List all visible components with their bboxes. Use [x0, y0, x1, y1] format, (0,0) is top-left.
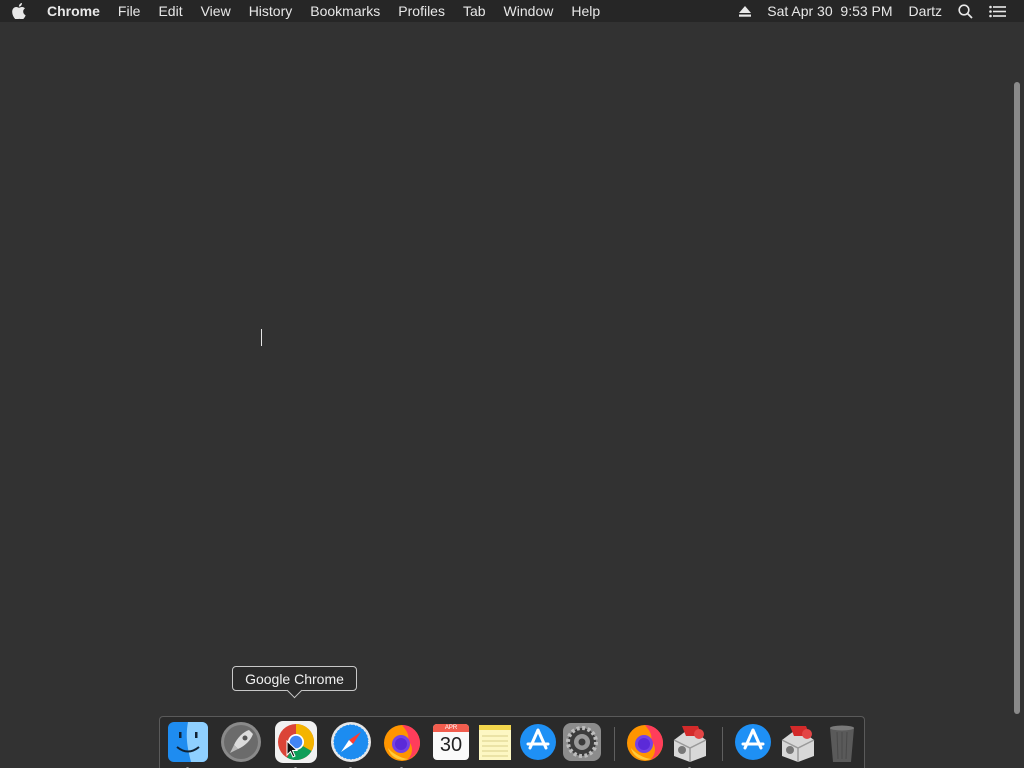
menu-file[interactable]: File: [109, 0, 150, 22]
vertical-scrollbar[interactable]: [1011, 78, 1024, 714]
system-preferences-gear-icon: [563, 723, 601, 761]
menu-window[interactable]: Window: [495, 0, 563, 22]
dock-system-preferences[interactable]: [560, 720, 604, 764]
desktop-screen: Chrome File Edit View History Bookmarks …: [0, 0, 1024, 768]
menu-app-name[interactable]: Chrome: [38, 0, 109, 22]
installer-icon: [781, 726, 815, 762]
dock-finder[interactable]: [166, 720, 210, 768]
dock-trash[interactable]: [820, 720, 864, 764]
dock-app-store[interactable]: [516, 720, 560, 764]
dock: APR 30: [159, 716, 865, 768]
notification-center-icon[interactable]: [981, 0, 1014, 22]
scrollbar-thumb[interactable]: [1014, 82, 1020, 714]
dock-installer[interactable]: [668, 720, 712, 768]
menu-bookmarks[interactable]: Bookmarks: [301, 0, 389, 22]
apple-logo-icon[interactable]: [0, 0, 38, 22]
calendar-day: 30: [439, 734, 463, 756]
mouse-pointer-icon: [286, 740, 298, 758]
dock-firefox[interactable]: [380, 720, 424, 768]
menu-view[interactable]: View: [192, 0, 240, 22]
menu-tab[interactable]: Tab: [454, 0, 495, 22]
spotlight-search-icon[interactable]: [950, 0, 981, 22]
firefox-icon: [384, 725, 420, 761]
app-store-icon: [520, 724, 556, 760]
notes-icon: [479, 725, 511, 760]
safari-compass-icon: [331, 722, 371, 762]
dock-installer-2[interactable]: [776, 720, 820, 764]
dock-notes[interactable]: [473, 720, 517, 764]
finder-icon: [168, 722, 208, 762]
menu-edit[interactable]: Edit: [149, 0, 191, 22]
dock-safari[interactable]: [329, 720, 373, 768]
menu-clock[interactable]: Sat Apr 30 9:53 PM: [759, 0, 900, 22]
dock-separator: [614, 727, 615, 761]
firefox-icon: [627, 725, 663, 761]
app-store-icon: [735, 724, 771, 760]
launchpad-rocket-icon: [221, 722, 261, 762]
dock-calendar[interactable]: APR 30: [429, 720, 473, 764]
menu-help[interactable]: Help: [562, 0, 609, 22]
calendar-month: APR: [444, 725, 458, 731]
menu-history[interactable]: History: [240, 0, 302, 22]
menu-profiles[interactable]: Profiles: [389, 0, 454, 22]
eject-icon[interactable]: [731, 0, 759, 22]
dock-launchpad[interactable]: [219, 720, 263, 764]
dock-firefox-2[interactable]: [623, 720, 667, 764]
menu-bar: Chrome File Edit View History Bookmarks …: [0, 0, 1024, 22]
menu-user-name[interactable]: Dartz: [901, 0, 950, 22]
dock-separator: [722, 727, 723, 761]
installer-icon: [673, 726, 707, 762]
dock-app-store-2[interactable]: [731, 720, 775, 764]
text-cursor: [261, 329, 262, 346]
trash-icon: [830, 725, 854, 762]
